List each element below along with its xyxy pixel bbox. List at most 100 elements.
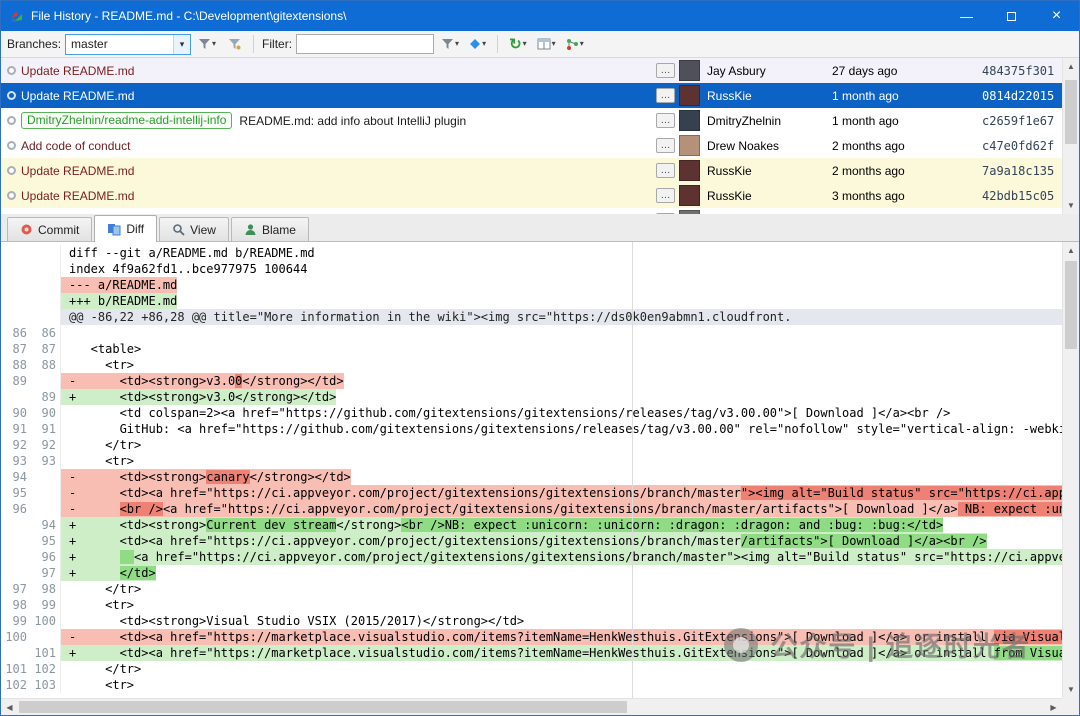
diff-text-segment: --- a/README.md (69, 278, 177, 292)
diff-text-segment: <tr> (69, 454, 134, 468)
revision-filter-button[interactable] (223, 33, 245, 55)
filter-options-button[interactable]: ▾ (438, 33, 462, 55)
scroll-right-arrow[interactable]: ▶ (1045, 699, 1062, 716)
refresh-button[interactable]: ↻ ▾ (506, 33, 530, 55)
title-bar: File History - README.md - C:\Developmen… (1, 1, 1079, 31)
scroll-up-arrow[interactable]: ▲ (1063, 242, 1079, 259)
chevron-down-icon: ▾ (523, 40, 527, 48)
diff-text-segment: <table> (69, 342, 141, 356)
line-number-new: 103 (31, 677, 61, 693)
line-number-new (31, 501, 61, 517)
line-number-old (1, 245, 31, 261)
toolbar: Branches: master ▾ ▾ Filter: ▾ ▾ ↻ ▾ (1, 31, 1079, 58)
diff-text-segment: index 4f9a62fd1..bce977975 100644 (69, 262, 307, 276)
layout-button[interactable]: ▾ (534, 33, 559, 55)
branch-label[interactable]: DmitryZhelnin/readme-add-intellij-info (21, 112, 232, 129)
commit-row[interactable]: Update README.md…RussKie2 months ago7a9a… (1, 158, 1062, 183)
diff-line-text: <tr> (61, 597, 134, 613)
diff-word-highlight: </td> (120, 566, 156, 580)
tab-diff[interactable]: Diff (94, 215, 157, 242)
chevron-down-icon: ▾ (212, 40, 216, 48)
chevron-down-icon: ▾ (580, 40, 584, 48)
diff-text-segment: - <td><strong> (69, 470, 206, 484)
diff-text-segment: <a href="https://ci.appveyor.com/project… (163, 502, 958, 516)
commit-row[interactable]: … (1, 208, 1062, 214)
scroll-left-arrow[interactable]: ◀ (1, 699, 18, 716)
commit-more-button[interactable]: … (656, 163, 675, 178)
scrollbar-thumb[interactable] (1065, 261, 1077, 349)
filter-input[interactable] (296, 34, 434, 54)
commit-list-scrollbar[interactable]: ▲ ▼ (1062, 58, 1079, 214)
commit-node-icon (7, 91, 16, 100)
graph-options-button[interactable]: ▾ (563, 33, 587, 55)
minimize-button[interactable]: — (944, 1, 989, 31)
line-number-new: 99 (31, 597, 61, 613)
line-number-new (31, 373, 61, 389)
diff-text-segment: GitHub: <a href="https://github.com/gite… (69, 422, 1062, 436)
line-number-old: 94 (1, 469, 31, 485)
commit-message: Update README.md (21, 89, 134, 103)
diff-text-segment: </tr> (69, 582, 141, 596)
branch-dropdown-button[interactable]: ▾ (173, 35, 190, 54)
tab-label: Commit (38, 223, 79, 237)
scrollbar-thumb[interactable] (1065, 80, 1077, 144)
commit-hash: 42bdb15c05 (982, 189, 1062, 203)
branch-selector-value: master (66, 37, 173, 51)
diff-line: 9191 GitHub: <a href="https://github.com… (1, 421, 1062, 437)
scrollbar-thumb[interactable] (19, 701, 627, 713)
diff-horizontal-scrollbar[interactable]: ◀ ▶ (1, 698, 1079, 715)
diff-line-text: <td colspan=2><a href="https://github.co… (61, 405, 950, 421)
commit-more-button[interactable]: … (656, 63, 675, 78)
avatar (679, 85, 700, 106)
diff-line: 89+ <td><strong>v3.0</strong></td> (1, 389, 1062, 405)
commit-more-button[interactable]: … (656, 213, 675, 214)
commit-more-button[interactable]: … (656, 113, 675, 128)
diff-word-highlight: NB: expect :unicorn (958, 502, 1062, 516)
tab-view[interactable]: View (159, 217, 229, 241)
diff-line-text: + <td><strong>Current dev stream</strong… (61, 517, 943, 533)
tab-blame[interactable]: Blame (231, 217, 309, 241)
watermark: 公众号 | 追逐时光者 (724, 625, 1031, 664)
commit-date: 3 months ago (832, 189, 982, 203)
commit-graph-cell (1, 166, 21, 175)
diff-line: 96+ <a href="https://ci.appveyor.com/pro… (1, 549, 1062, 565)
git-extensions-logo-icon (9, 8, 25, 24)
diff-text-segment: <tr> (69, 358, 134, 372)
line-number-new (31, 485, 61, 501)
line-number-old: 91 (1, 421, 31, 437)
commit-message: Add code of conduct (21, 139, 130, 153)
watermark-logo-icon (724, 628, 758, 662)
diff-line-text: index 4f9a62fd1..bce977975 100644 (61, 261, 307, 277)
commit-row[interactable]: Update README.md…Jay Asbury27 days ago48… (1, 58, 1062, 83)
refresh-icon: ↻ (509, 37, 522, 52)
funnel-icon (441, 38, 454, 50)
chevron-down-icon: ▾ (552, 40, 556, 48)
commit-date: 1 month ago (832, 89, 982, 103)
avatar (679, 210, 700, 214)
commit-more-button[interactable]: … (656, 138, 675, 153)
commit-row[interactable]: DmitryZhelnin/readme-add-intellij-infoRE… (1, 108, 1062, 133)
commit-more-button[interactable]: … (656, 188, 675, 203)
diff-text-segment: - (69, 502, 120, 516)
diff-line-text: diff --git a/README.md b/README.md (61, 245, 315, 261)
line-number-new: 94 (31, 517, 61, 533)
commit-row[interactable]: Update README.md…RussKie1 month ago0814d… (1, 83, 1062, 108)
advanced-filter-button[interactable]: ▾ (466, 33, 489, 55)
commit-row[interactable]: Update README.md…RussKie3 months ago42bd… (1, 183, 1062, 208)
close-button[interactable]: × (1034, 1, 1079, 31)
scroll-up-arrow[interactable]: ▲ (1063, 58, 1079, 75)
commit-node-icon (7, 191, 16, 200)
commit-more-button[interactable]: … (656, 88, 675, 103)
tab-commit[interactable]: Commit (7, 217, 92, 241)
line-number-new: 96 (31, 549, 61, 565)
diff-text-segment: + <td><strong> (69, 518, 206, 532)
commit-row[interactable]: Add code of conduct…Drew Noakes2 months … (1, 133, 1062, 158)
branch-selector[interactable]: master ▾ (65, 34, 191, 55)
branch-filter-button[interactable]: ▾ (195, 33, 219, 55)
maximize-button[interactable] (989, 1, 1034, 31)
diff-vertical-scrollbar[interactable]: ▲ ▼ (1062, 242, 1079, 698)
scroll-down-arrow[interactable]: ▼ (1063, 681, 1079, 698)
diff-body: diff --git a/README.md b/README.mdindex … (1, 242, 1079, 698)
scroll-down-arrow[interactable]: ▼ (1063, 197, 1079, 214)
line-number-old: 88 (1, 357, 31, 373)
